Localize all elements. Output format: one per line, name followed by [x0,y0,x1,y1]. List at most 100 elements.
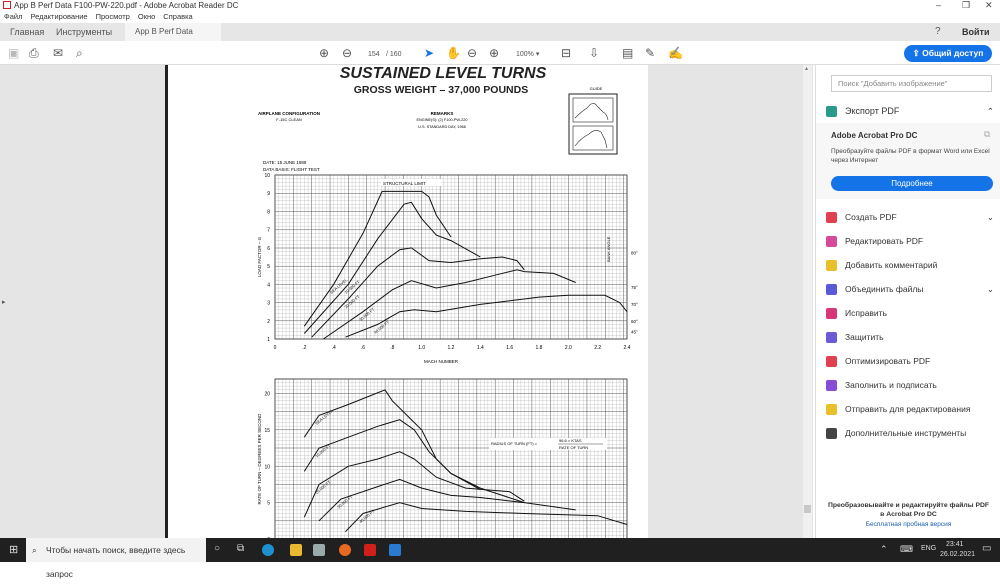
print-icon[interactable]: ⎙ [29,46,39,60]
plot-area [274,174,628,340]
clock-time[interactable]: 23:41 [946,541,964,548]
file-explorer-icon[interactable] [290,544,302,556]
notifications-icon[interactable]: ▭ [982,543,991,554]
y-tick-label: 6 [267,246,270,252]
save-icon[interactable]: ▣ [8,46,19,60]
photos-icon[interactable] [389,544,401,556]
export-pdf-section[interactable]: Экспорт PDF ⌃ [826,104,996,118]
tools-search-input[interactable]: Поиск "Добавить изображение" [831,75,992,92]
tool-icon [826,284,837,296]
maximize-button[interactable]: ❐ [962,0,970,11]
select-tool-icon[interactable]: ➤ [424,46,434,60]
y-axis-label: LOAD FACTOR – G [257,236,262,277]
acrobat-taskbar-icon[interactable] [364,544,376,556]
y-tick-label: 5 [267,264,270,270]
y-tick-label: 4 [267,282,270,288]
formula-numerator: 96.6 × KTAS [559,438,582,443]
remarks-label: REMARKS [431,111,454,116]
edge-icon[interactable] [262,544,274,556]
menu-help[interactable]: Справка [163,12,192,21]
share-label: Общий доступ [922,48,984,58]
share-icon: ⇪ [912,48,923,58]
chevron-up-icon[interactable]: ⌃ [987,104,994,118]
menu-view[interactable]: Просмотр [96,12,130,21]
zoom-out-icon[interactable]: ⊖ [467,46,477,60]
app-icon[interactable] [313,544,325,556]
scroll-thumb[interactable] [804,505,811,513]
vertical-scrollbar[interactable]: ▴ [803,65,812,538]
chevron-down-icon[interactable]: ⌄ [987,282,994,296]
signin-button[interactable]: Войти [962,23,989,41]
language-indicator[interactable]: ENG [921,545,936,552]
clock-date[interactable]: 26.02.2021 [940,551,975,558]
tool-item[interactable]: Защитить [826,330,996,344]
hand-tool-icon[interactable]: ✋ [446,46,461,60]
comment-icon[interactable]: ▤ [622,46,633,60]
x-tick-label: .2 [302,345,306,351]
x-axis-label: MACH NUMBER [424,359,459,364]
structural-limit-label: STRUCTURAL LIMIT [383,181,426,186]
date-label: DATE: 15 JUNE 1989 [263,160,307,165]
remarks-2: U.S. STANDARD DAY, 1966 [418,125,466,129]
prev-page-icon[interactable]: ⊕ [319,46,329,60]
share-button[interactable]: ⇪ Общий доступ [904,45,992,62]
page-number-input[interactable]: 154 [368,48,380,62]
taskbar-search-input[interactable]: ⌕ Чтобы начать поиск, введите здесь запро… [26,538,206,579]
free-trial-link[interactable]: Бесплатная пробная версия [826,521,991,528]
firefox-icon[interactable] [339,544,351,556]
email-icon[interactable]: ✉ [53,46,63,60]
help-icon[interactable]: ? [935,23,941,41]
chevron-down-icon[interactable]: ⌄ [987,210,994,224]
promo-info-icon[interactable]: ⧉ [984,129,990,140]
tab-home[interactable]: Главная [10,23,44,41]
y-tick-label: 9 [267,191,270,197]
tab-tools[interactable]: Инструменты [56,23,112,41]
menu-file[interactable]: Файл [4,12,22,21]
tool-icon [826,428,837,440]
bank-angle-tick: 70° [631,302,638,307]
tool-item[interactable]: Заполнить и подписать [826,378,996,392]
tool-item[interactable]: Отправить для редактирования [826,402,996,416]
menu-edit[interactable]: Редактирование [30,12,87,21]
x-tick-label: 1.0 [418,345,425,351]
left-panel-toggle-icon[interactable]: ▸ [2,298,6,306]
pdf-page: SUSTAINED LEVEL TURNS GROSS WEIGHT – 37,… [165,65,648,543]
x-tick-label: 2.2 [594,345,601,351]
next-page-icon[interactable]: ⊖ [342,46,352,60]
close-button[interactable]: ✕ [985,0,993,11]
tool-item[interactable]: Добавить комментарий [826,258,996,272]
keyboard-icon[interactable]: ⌨ [900,544,913,555]
tab-document[interactable]: App B Perf Data F1... × [125,23,221,54]
formula-denominator: RATE OF TURN [559,445,588,450]
start-button[interactable]: ⊞ [9,543,18,556]
x-tick-label: .6 [361,345,365,351]
y-tick-label: 1 [267,337,270,343]
scroll-mode-icon[interactable]: ⇩ [589,46,599,60]
tool-item[interactable]: Объединить файлы ⌄ [826,282,996,296]
promo-text: Преобразуйте файлы PDF в формат Word или… [831,148,990,164]
zoom-in-icon[interactable]: ⊕ [489,46,499,60]
cortana-icon[interactable]: ○ [214,543,220,554]
zoom-select[interactable]: 100% ▾ [516,48,539,62]
tool-item[interactable]: Редактировать PDF [826,234,996,248]
sign-icon[interactable]: ✍ [668,46,683,60]
task-view-icon[interactable]: ⧉ [237,543,244,554]
minimize-button[interactable]: – [936,0,941,11]
x-tick-label: 2.0 [565,345,572,351]
tool-item[interactable]: Создать PDF ⌄ [826,210,996,224]
x-tick-label: 1.8 [536,345,543,351]
tool-item[interactable]: Дополнительные инструменты [826,426,996,440]
search-icon[interactable]: ⌕ [76,46,83,60]
menu-window[interactable]: Окно [138,12,155,21]
x-tick-label: 2.4 [624,345,631,351]
tool-item[interactable]: Оптимизировать PDF [826,354,996,368]
scroll-up-icon[interactable]: ▴ [805,65,808,72]
tool-item[interactable]: Исправить [826,306,996,320]
tools-panel: Поиск "Добавить изображение" Экспорт PDF… [815,65,1000,538]
y-axis-label: RATE OF TURN – DEGREES PER SECOND [257,413,262,505]
tray-chevron-icon[interactable]: ⌃ [880,544,888,555]
tool-label: Оптимизировать PDF [845,356,931,366]
learn-more-button[interactable]: Подробнее [831,176,993,191]
highlight-icon[interactable]: ✎ [645,46,655,60]
fit-page-icon[interactable]: ⊟ [561,46,571,60]
